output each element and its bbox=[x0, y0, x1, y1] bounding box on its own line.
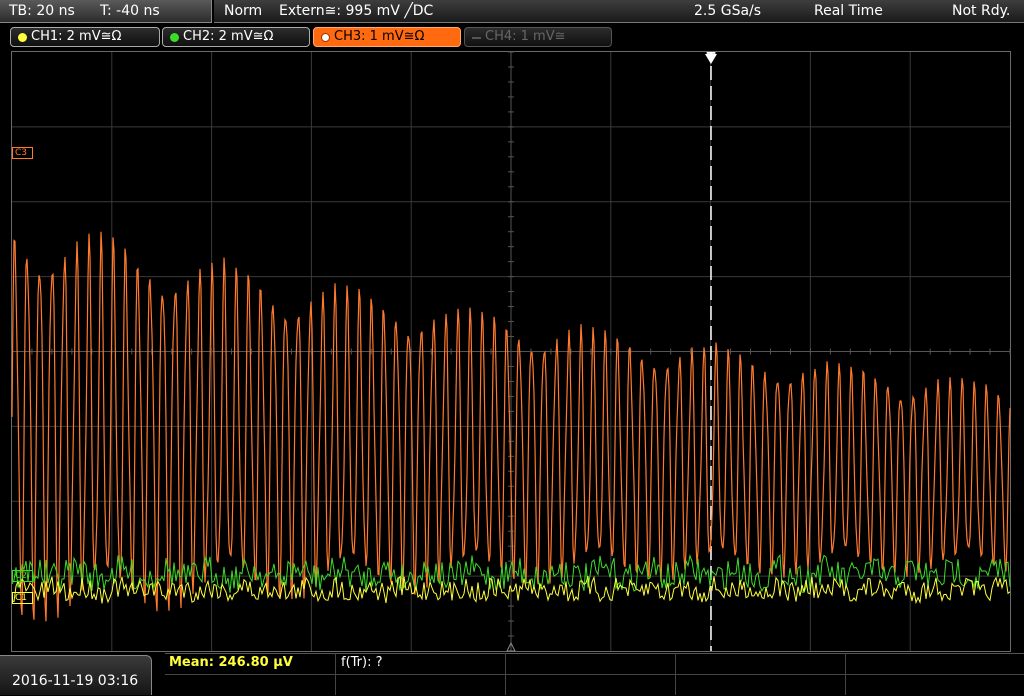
measurement-separator bbox=[675, 653, 676, 695]
trigger-position-marker[interactable]: T bbox=[704, 51, 718, 66]
measurement-divider bbox=[165, 674, 1024, 675]
datetime: 2016-11-19 03:16 bbox=[12, 673, 139, 689]
mean-measurement[interactable]: Mean: 246.80 µV bbox=[169, 655, 293, 670]
measurement-separator bbox=[845, 653, 846, 695]
trigger-frequency-measurement[interactable]: f(Tr): ? bbox=[341, 655, 383, 670]
ch3-offset-marker[interactable]: C3 bbox=[12, 147, 34, 159]
ch1-offset-marker[interactable]: C1 bbox=[12, 592, 34, 604]
ch2-offset-marker[interactable]: C2 bbox=[12, 570, 34, 582]
measurement-separator bbox=[335, 653, 336, 695]
measurement-separator bbox=[505, 653, 506, 695]
waveform-plot bbox=[11, 51, 1011, 652]
